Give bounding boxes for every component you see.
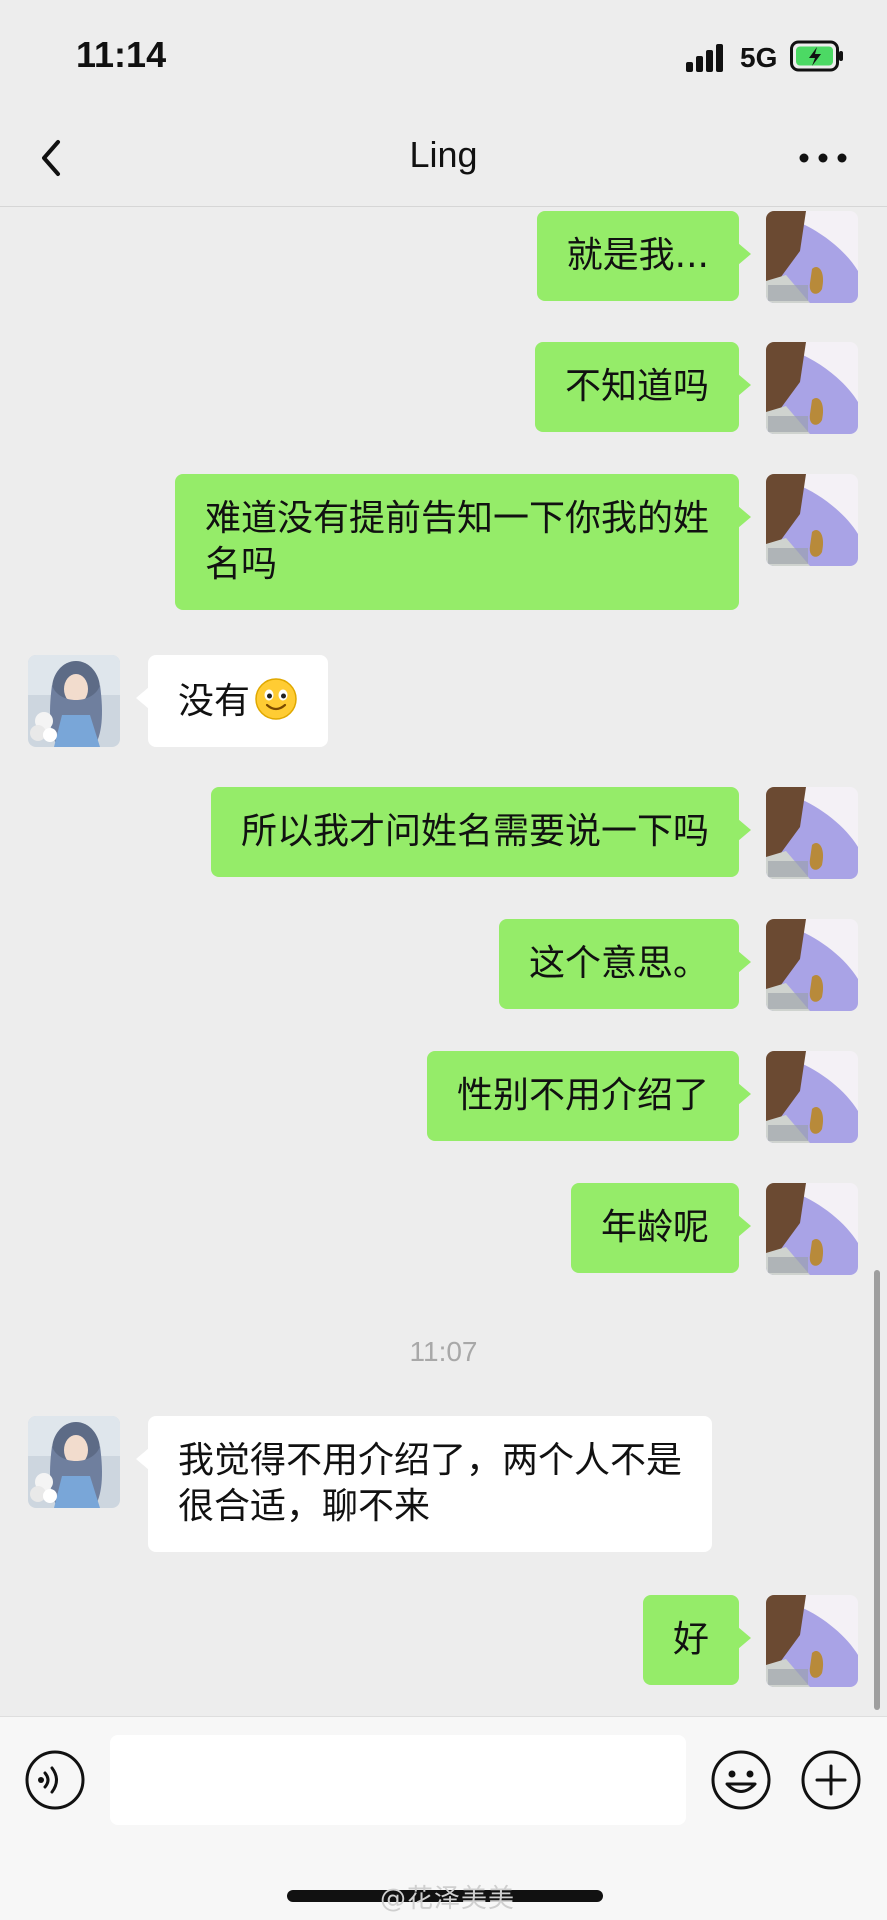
message-bubble[interactable]: 所以我才问姓名需要说一下吗 [210,787,752,877]
emoji-button[interactable] [710,1749,772,1811]
avatar[interactable] [766,1595,858,1687]
more-functions-button[interactable] [800,1749,862,1811]
scrollbar[interactable] [874,1270,880,1710]
voice-input-button[interactable] [24,1749,86,1811]
message-bubble[interactable]: 性别不用介绍了 [426,1051,752,1141]
more-options-button[interactable] [790,130,856,186]
avatar[interactable] [766,787,858,879]
message-list[interactable]: 就是我... 不知道吗 难道没有提前告知一下你我的姓 名吗 没有 所以我才问姓名需… [0,208,887,1716]
avatar[interactable] [766,1051,858,1143]
message-timestamp: 11:07 [409,1336,478,1367]
message-bubble[interactable]: 年龄呢 [570,1183,752,1273]
avatar[interactable] [28,655,120,747]
message-bubble[interactable]: 难道没有提前告知一下你我的姓 名吗 [174,474,752,610]
watermark: @花泽美美 [380,1884,516,1914]
message-bubble[interactable]: 不知道吗 [534,342,752,432]
message-line: 很合适，聊不来 [178,1486,431,1527]
avatar[interactable] [766,919,858,1011]
avatar[interactable] [766,342,858,434]
message-line: 难道没有提前告知一下你我的姓 [204,498,709,539]
signal-icon [686,44,723,72]
avatar[interactable] [766,1183,858,1275]
smiling-face-icon [255,678,297,720]
message-bubble[interactable]: 我觉得不用介绍了，两个人不是 很合适，聊不来 [135,1416,713,1552]
avatar[interactable] [28,1416,120,1508]
status-bar: 11:14 5G [0,0,887,110]
message-bubble[interactable]: 就是我... [536,211,752,301]
message-bubble[interactable]: 这个意思。 [498,919,752,1009]
avatar[interactable] [766,211,858,303]
message-input[interactable] [110,1735,686,1825]
message-line: 名吗 [204,544,277,585]
chat-title: Ling [409,134,478,175]
message-bubble[interactable]: 好 [642,1595,752,1685]
nav-bar: Ling [0,110,887,207]
battery-charging-icon [790,40,843,72]
message-bubble[interactable]: 没有 [135,655,329,747]
avatar[interactable] [766,474,858,566]
network-label: 5G [740,42,778,73]
message-text: 没有 [178,681,251,722]
status-time: 11:14 [76,34,167,75]
message-line: 我觉得不用介绍了，两个人不是 [178,1440,683,1481]
